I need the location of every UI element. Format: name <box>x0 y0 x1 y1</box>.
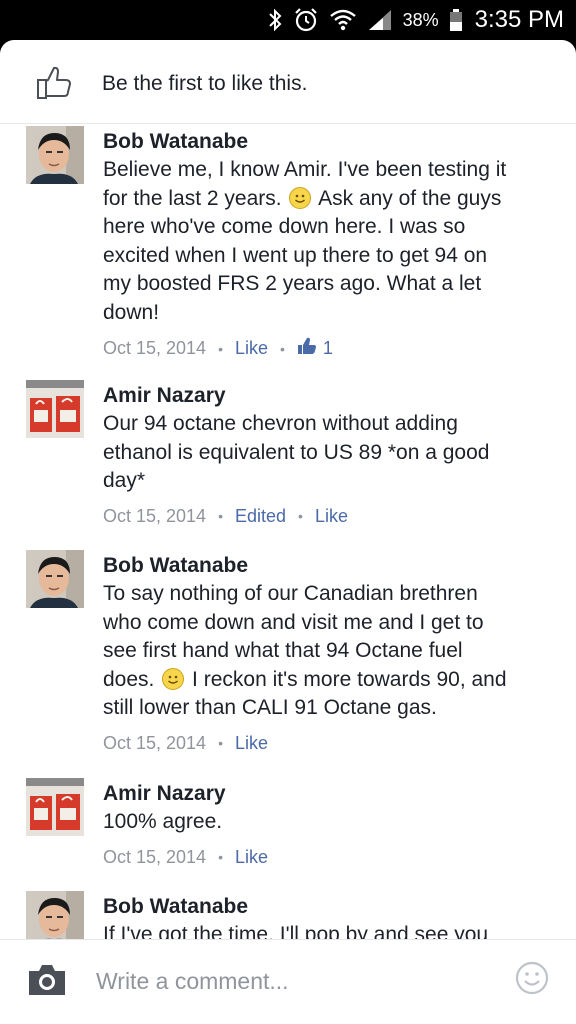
comment-meta: Oct 15, 2014 • Like <box>103 847 543 868</box>
comment-date[interactable]: Oct 15, 2014 <box>103 338 206 359</box>
comment-date[interactable]: Oct 15, 2014 <box>103 847 206 868</box>
smiley-icon <box>289 186 312 209</box>
comment-body: Amir Nazary 100% agree. Oct 15, 2014 • L… <box>103 782 543 868</box>
like-link[interactable]: Like <box>235 847 268 868</box>
like-link[interactable]: Like <box>235 733 268 754</box>
comment-line: down! <box>103 300 160 324</box>
comment-author[interactable]: Amir Nazary <box>103 384 543 408</box>
smiley-icon[interactable] <box>514 960 550 1001</box>
likes-bar[interactable]: Be the first to like this. <box>0 40 576 124</box>
comment-body: Bob Watanabe To say nothing of our Canad… <box>103 554 543 754</box>
comment-line: 100% agree. <box>103 810 223 833</box>
comment-line: here who've come down here. I was so <box>103 215 466 238</box>
comment-line: who come down and visit me and I get to <box>103 610 484 634</box>
separator-dot: • <box>218 340 223 357</box>
signal-icon <box>367 8 393 32</box>
comment-text: Our 94 octane chevron without adding eth… <box>103 410 543 496</box>
comment-text: If I've got the time. I'll pop by and se… <box>103 921 543 939</box>
comment-line: Believe me, I know Amir. I've been testi… <box>103 158 507 181</box>
like-count-number: 1 <box>322 338 333 358</box>
small-thumbs-up-icon <box>297 337 317 360</box>
comment-line: for the last 2 years. Ask any of the guy… <box>103 186 502 210</box>
comment-line: still lower than CALI 91 Octane gas. <box>103 696 437 719</box>
avatar[interactable] <box>26 126 84 184</box>
comment-date[interactable]: Oct 15, 2014 <box>103 733 206 754</box>
battery-percent: 38% <box>402 9 439 30</box>
comment-author[interactable]: Bob Watanabe <box>103 554 543 578</box>
comment-body: Amir Nazary Our 94 octane chevron withou… <box>103 384 543 527</box>
comment-meta: Oct 15, 2014 • Like <box>103 733 543 754</box>
separator-dot: • <box>280 340 285 357</box>
comment-meta: Oct 15, 2014 • Like • 1 <box>103 337 543 360</box>
thumbs-up-icon[interactable] <box>36 66 72 105</box>
camera-icon[interactable] <box>26 962 68 1003</box>
comment-line: see first hand what that 94 Octane fuel <box>103 639 463 662</box>
comment-line: my boosted FRS 2 years ago. What a let <box>103 272 482 295</box>
comment-meta: Oct 15, 2014 • Edited • Like <box>103 506 543 527</box>
bluetooth-icon <box>267 8 283 32</box>
comment-line: day* <box>103 469 146 492</box>
like-link[interactable]: Like <box>315 506 348 527</box>
like-count[interactable]: 1 <box>297 337 333 360</box>
status-bar: 38% 3:35 PM <box>0 0 576 40</box>
comment-author[interactable]: Bob Watanabe <box>103 895 543 919</box>
separator-dot: • <box>218 849 223 865</box>
comment-line: ethanol is equivalent to US 89 *on a goo… <box>103 440 490 464</box>
comments-sheet: Be the first to like this. Bob Watanabe … <box>0 40 576 1024</box>
comment-text: To say nothing of our Canadian brethren … <box>103 580 543 723</box>
wifi-icon <box>329 8 357 32</box>
comment-line: Our 94 octane chevron without adding <box>103 412 458 435</box>
likes-summary: Be the first to like this. <box>102 72 308 95</box>
separator-dot: • <box>218 508 223 524</box>
separator-dot: • <box>218 735 223 751</box>
comment-line: excited when I went up there to get 94 o… <box>103 243 488 267</box>
comment-line: If I've got the time. I'll pop by and se… <box>103 923 489 939</box>
comment-line: does. I reckon it's more towards 90, and <box>103 667 507 691</box>
comment-author[interactable]: Amir Nazary <box>103 782 543 806</box>
comment-text: 100% agree. <box>103 808 543 837</box>
edited-link[interactable]: Edited <box>235 506 286 527</box>
comment-body: Bob Watanabe Believe me, I know Amir. I'… <box>103 130 543 360</box>
comment-line: To say nothing of our Canadian brethren <box>103 582 478 605</box>
avatar[interactable] <box>26 891 84 939</box>
comment-author[interactable]: Bob Watanabe <box>103 130 543 154</box>
comment-body: Bob Watanabe If I've got the time. I'll … <box>103 895 543 939</box>
comment-input[interactable]: Write a comment... <box>96 968 289 995</box>
comment-list: Bob Watanabe Believe me, I know Amir. I'… <box>0 124 576 939</box>
like-link[interactable]: Like <box>235 338 268 359</box>
avatar[interactable] <box>26 778 84 836</box>
avatar[interactable] <box>26 380 84 438</box>
comment-date[interactable]: Oct 15, 2014 <box>103 506 206 527</box>
avatar[interactable] <box>26 550 84 608</box>
separator-dot: • <box>298 508 303 524</box>
comment-text: Believe me, I know Amir. I've been testi… <box>103 156 543 327</box>
battery-icon <box>449 8 463 32</box>
alarm-icon <box>293 7 319 33</box>
clock: 3:35 PM <box>474 6 564 33</box>
smiley-icon <box>162 667 185 690</box>
comment-composer: Write a comment... <box>0 939 576 1024</box>
